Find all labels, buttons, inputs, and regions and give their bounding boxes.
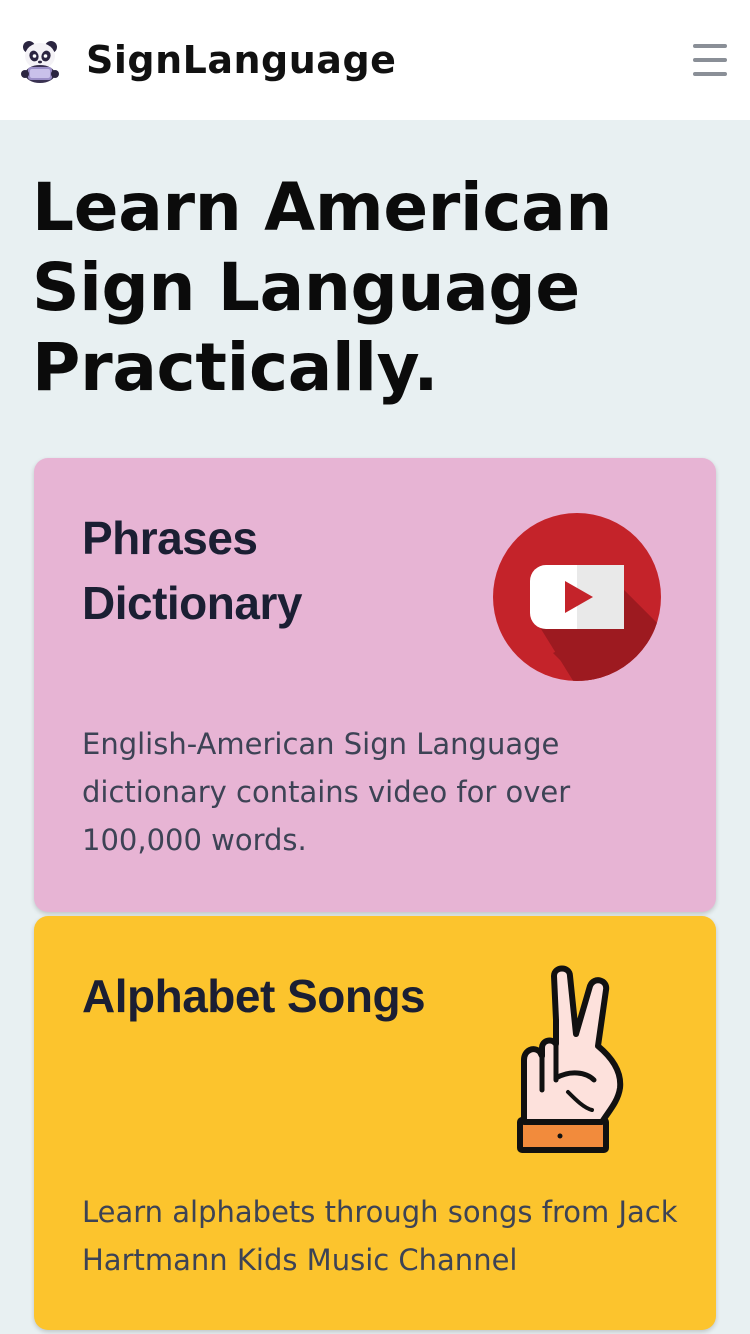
menu-button[interactable]	[688, 40, 732, 80]
youtube-play-icon	[493, 513, 661, 681]
card-title: Phrases Dictionary	[82, 512, 302, 629]
hamburger-menu-icon	[693, 72, 727, 76]
panda-logo-icon[interactable]	[16, 36, 64, 84]
brand-name[interactable]: SignLanguage	[86, 36, 396, 84]
hamburger-menu-icon	[693, 58, 727, 62]
page-title: Learn American Sign Language Practically…	[32, 169, 613, 406]
phrases-dictionary-card[interactable]: Phrases Dictionary English-American Sign…	[34, 458, 716, 912]
card-description: English-American Sign Language dictionar…	[82, 727, 571, 857]
card-description: Learn alphabets through songs from Jack …	[82, 1195, 678, 1277]
alphabet-songs-card[interactable]: Alphabet Songs Learn alphabets through s…	[34, 916, 716, 1330]
card-title: Alphabet Songs	[82, 970, 426, 1022]
hamburger-menu-icon	[693, 44, 727, 48]
top-navbar: SignLanguage	[0, 0, 750, 120]
peace-hand-sign-icon	[517, 965, 624, 1153]
